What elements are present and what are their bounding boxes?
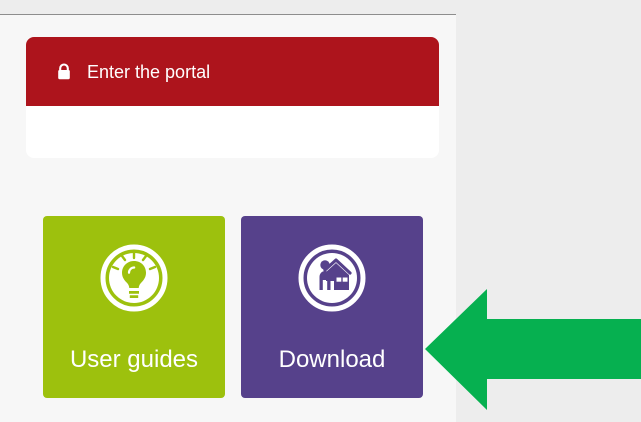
enter-portal-label: Enter the portal <box>87 61 211 82</box>
lock-icon <box>53 61 75 83</box>
enter-portal-link[interactable]: Enter the portal <box>26 37 439 106</box>
home-person-icon <box>296 242 368 314</box>
sidebar-panel: Enter the portal User guides Download <box>0 14 456 422</box>
arrow-left-icon <box>425 289 641 410</box>
lightbulb-icon <box>98 242 170 314</box>
user-guides-tile[interactable]: User guides <box>43 216 225 398</box>
user-guides-label: User guides <box>69 346 199 373</box>
download-label: Download <box>278 346 386 373</box>
portal-card: Enter the portal <box>26 37 439 158</box>
download-tile[interactable]: Download <box>241 216 423 398</box>
